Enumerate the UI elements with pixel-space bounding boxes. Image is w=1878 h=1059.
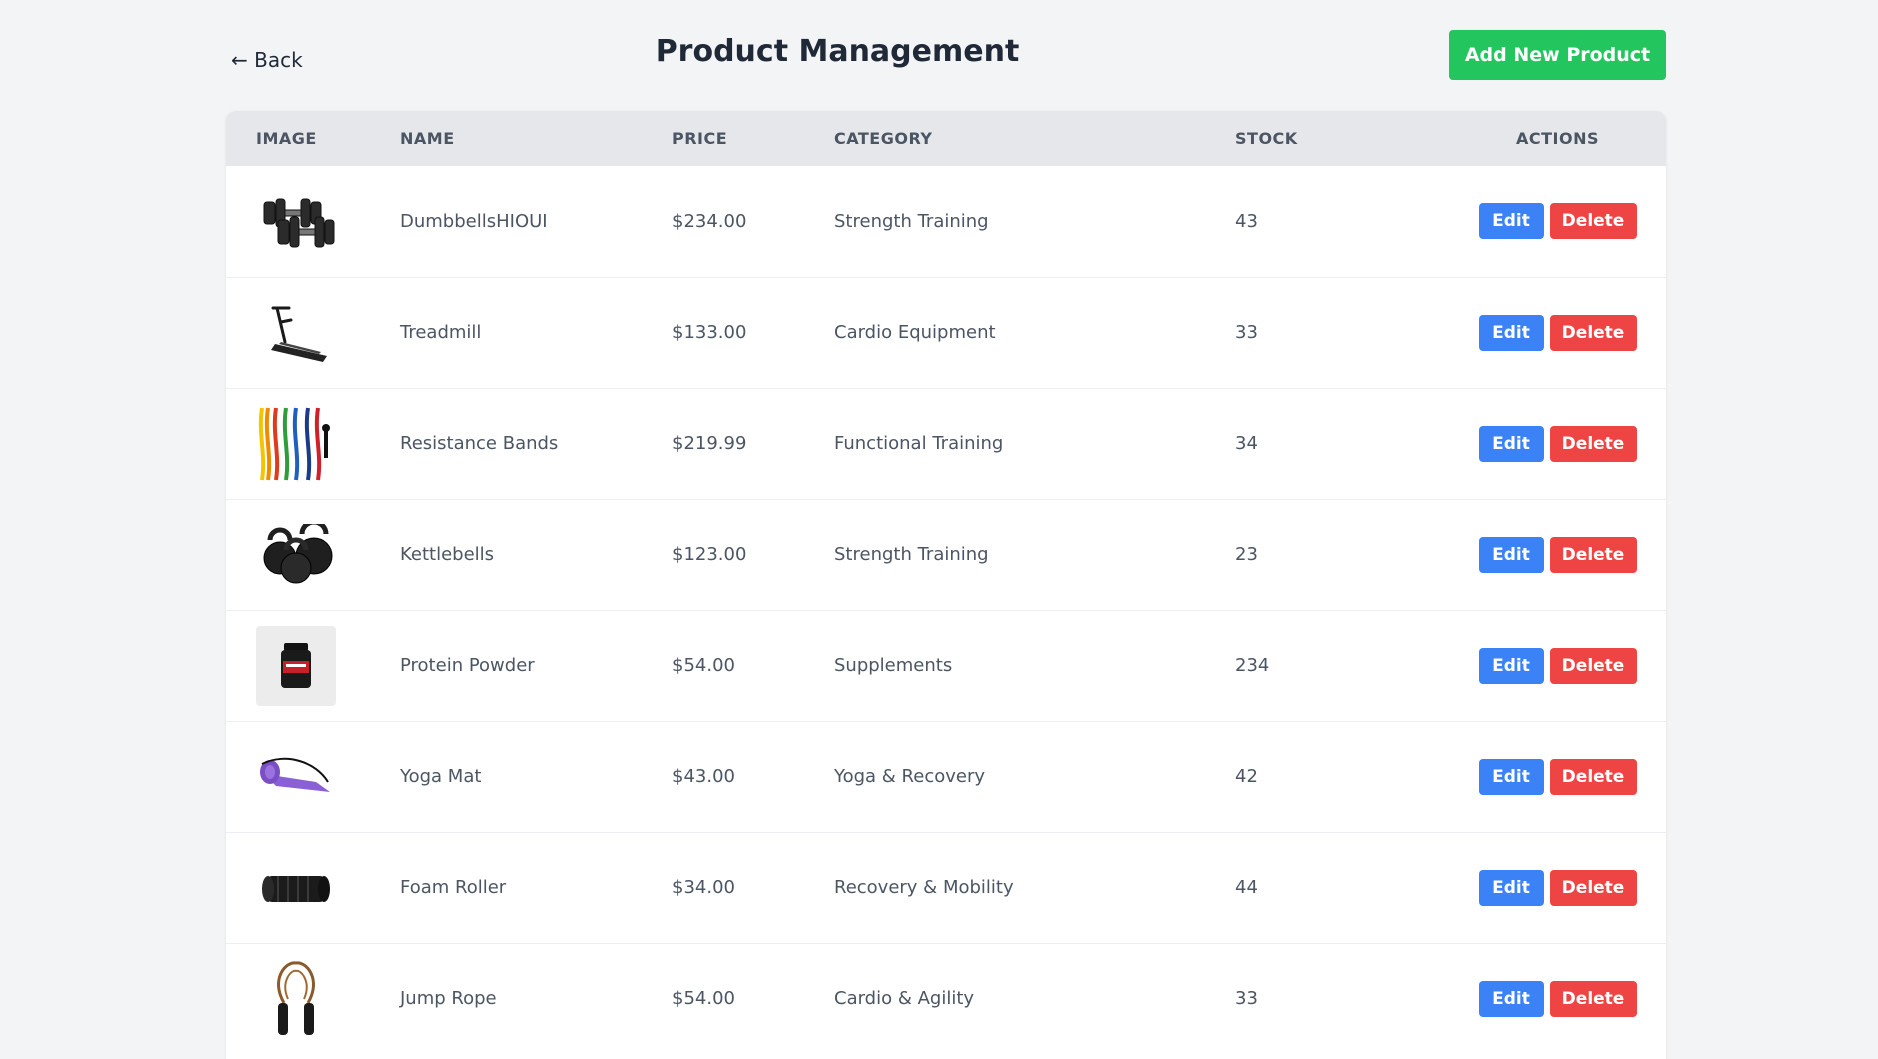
delete-button[interactable]: Delete [1549,647,1637,684]
jump-rope-image [256,959,336,1039]
product-category: Cardio Equipment [834,322,996,343]
column-header-name[interactable]: NAME [400,111,672,166]
add-new-product-button[interactable]: Add New Product [1449,30,1666,80]
column-header-price[interactable]: PRICE [672,111,834,166]
product-category: Cardio & Agility [834,988,975,1010]
product-category: Supplements [834,655,953,676]
product-name: Protein Powder [400,655,535,676]
product-stock: 42 [1235,766,1258,787]
edit-button[interactable]: Edit [1478,203,1544,240]
product-category: Strength Training [834,210,989,232]
product-category: Yoga & Recovery [834,766,986,787]
column-header-category[interactable]: CATEGORY [834,111,1235,166]
product-management-page: ← Back Product Management Add New Produc… [0,0,1878,1059]
product-category: Functional Training [834,433,1004,454]
column-header-actions: ACTIONS [1515,129,1599,148]
table-row: Resistance Bands $219.99 Functional Trai… [226,388,1666,499]
yoga-mat-image [256,737,336,817]
product-name: DumbbellsHIOUI [400,210,548,232]
table-row: Yoga Mat $43.00 Yoga & Recovery 42 Edit D… [226,721,1666,832]
product-price: $54.00 [672,988,735,1010]
edit-button[interactable]: Edit [1478,647,1544,684]
delete-button[interactable]: Delete [1549,536,1637,573]
table-row: Foam Roller $34.00 Recovery & Mobility 4… [226,832,1666,943]
delete-button[interactable]: Delete [1549,980,1637,1017]
product-price: $219.99 [672,433,747,454]
product-name: Yoga Mat [400,766,482,787]
product-price: $34.00 [672,877,735,898]
treadmill-image [256,293,336,373]
table-row: DumbbellsHIOUI $234.00 Strength Training… [226,166,1666,277]
resistance-bands-image [256,404,336,484]
column-header-stock[interactable]: STOCK [1235,111,1449,166]
product-name: Resistance Bands [400,433,559,454]
product-price: $54.00 [672,655,735,676]
edit-button[interactable]: Edit [1478,980,1544,1017]
product-price: $123.00 [672,544,747,565]
product-stock: 34 [1235,433,1258,454]
table-row: Protein Powder $54.00 Supplements 234 Ed… [226,610,1666,721]
product-name: Treadmill [400,322,482,343]
foam-roller-image [256,848,336,928]
product-price: $234.00 [672,210,747,232]
products-table: IMAGE NAME PRICE CATEGORY STOCK ACTIONS [226,111,1666,1054]
edit-button[interactable]: Edit [1478,869,1544,906]
page-title: Product Management [655,34,1020,69]
edit-button[interactable]: Edit [1478,758,1544,795]
edit-button[interactable]: Edit [1478,425,1544,462]
product-name: Foam Roller [400,877,507,898]
delete-button[interactable]: Delete [1549,425,1637,462]
product-price: $133.00 [672,322,747,343]
product-name: Kettlebells [400,544,495,565]
delete-button[interactable]: Delete [1549,758,1637,795]
product-stock: 234 [1235,655,1270,676]
product-stock: 33 [1235,988,1258,1010]
delete-button[interactable]: Delete [1549,314,1637,351]
product-name: Jump Rope [400,988,497,1010]
delete-button[interactable]: Delete [1549,203,1637,240]
product-stock: 33 [1235,322,1258,343]
dumbbells-image [256,181,336,261]
table-row: Treadmill $133.00 Cardio Equipment 33 Ed… [226,277,1666,388]
protein-powder-image [256,625,336,706]
edit-button[interactable]: Edit [1478,536,1544,573]
table-row: Jump Rope $54.00 Cardio & Agility 33 Edi… [226,943,1666,1054]
column-header-image: IMAGE [256,129,317,148]
product-category: Strength Training [834,544,989,565]
product-stock: 43 [1235,210,1258,232]
product-stock: 44 [1235,877,1258,898]
product-price: $43.00 [672,766,735,787]
product-stock: 23 [1235,544,1258,565]
delete-button[interactable]: Delete [1549,869,1637,906]
products-table-card: IMAGE NAME PRICE CATEGORY STOCK ACTIONS [226,111,1666,1059]
table-row: Kettlebells $123.00 Strength Training 23… [226,499,1666,610]
kettlebells-image [256,515,336,595]
table-header-row: IMAGE NAME PRICE CATEGORY STOCK ACTIONS [226,111,1666,166]
product-category: Recovery & Mobility [834,877,1014,898]
edit-button[interactable]: Edit [1478,314,1544,351]
